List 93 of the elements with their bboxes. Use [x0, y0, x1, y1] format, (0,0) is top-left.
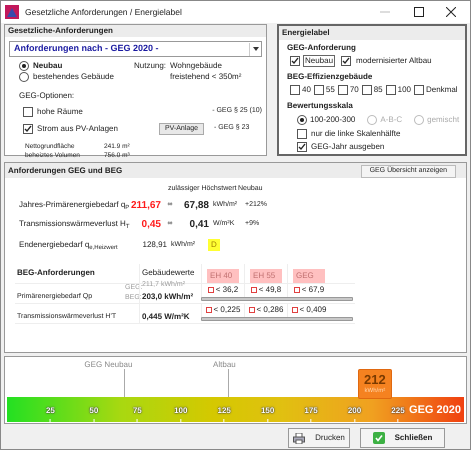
- indicator-value: 212: [364, 372, 386, 387]
- scale-tick-label: 50: [89, 405, 98, 417]
- marker-label: Altbau: [213, 359, 236, 371]
- checkmark-icon: [298, 142, 306, 150]
- building-value: 0,445 W/m²K: [142, 310, 191, 322]
- efficiency-class-header: EH 55: [250, 268, 282, 282]
- beg-heading: BEG-Anforderungen: [16, 267, 96, 279]
- marker-label: GEG Neubau: [84, 359, 132, 371]
- checkmark-icon: [291, 57, 299, 65]
- radio-label: bestehendes Gebäude: [33, 70, 114, 82]
- efficiency-class-header: EH 40: [207, 268, 239, 282]
- radio-button[interactable]: [19, 72, 29, 82]
- scale-tick-label: 100: [174, 405, 188, 417]
- checkbox[interactable]: [386, 85, 396, 95]
- building-value: 203,0 kWh/m²: [142, 290, 194, 302]
- checkbox[interactable]: [297, 128, 307, 138]
- marker-line: [228, 369, 229, 397]
- scale-tick-label: 25: [46, 405, 55, 417]
- column-header: Gebäudewerte: [139, 264, 201, 282]
- option-label: hohe Räume: [37, 106, 84, 118]
- section-heading: GEG-Anforderung: [287, 43, 357, 53]
- row-label: Jahres-Primärenergiebedarf q$_{P}$: [19, 199, 129, 211]
- radio-label: Neubau: [33, 60, 62, 72]
- checkbox-label: 70: [350, 85, 359, 95]
- row-label: Endenergiebedarf q$_{e,Heizwert}$: [19, 239, 119, 251]
- print-button[interactable]: Drucken: [288, 428, 350, 448]
- final-energy-value: 128,91: [142, 239, 167, 251]
- checkbox[interactable]: [290, 56, 300, 66]
- checkbox-label: 85: [374, 85, 383, 95]
- radio-label: A-B-C: [380, 115, 402, 125]
- close-icon[interactable]: [446, 7, 456, 17]
- radio-label: gemischt: [427, 115, 460, 125]
- checkbox-label: 100: [398, 85, 411, 95]
- option-label: Strom aus PV-Anlagen: [37, 122, 119, 134]
- maximize-icon[interactable]: [414, 7, 424, 17]
- checkbox[interactable]: [23, 124, 33, 134]
- scale-tick-label: 125: [218, 405, 231, 417]
- panel-heading: Energielabel: [279, 26, 465, 40]
- usage-label: Nutzung:: [134, 60, 168, 72]
- section-heading: BEG-Effizienzgebäude: [287, 72, 374, 82]
- limit-value: < 67,9: [302, 284, 324, 296]
- window-title: Gesetzliche Anforderungen / Energielabel: [25, 6, 182, 18]
- options-heading: GEG-Optionen:: [19, 90, 76, 102]
- panel-heading: Gesetzliche-Anforderungen: [5, 25, 266, 37]
- checkbox[interactable]: [362, 85, 372, 95]
- limit-value: < 0,409: [300, 304, 326, 316]
- radio-button[interactable]: [297, 115, 307, 125]
- printer-icon: [293, 432, 306, 444]
- radio-label: 100-200-300: [310, 115, 356, 125]
- scale-tick-label: 175: [304, 405, 318, 417]
- checkbox[interactable]: [314, 85, 324, 95]
- usage-value: freistehend < 350m²: [170, 71, 242, 82]
- checkbox-label: nur die linke Skalenhälfte: [311, 128, 400, 138]
- efficiency-class-header: GEG: [293, 268, 325, 282]
- section-heading: Bewertungsskala: [287, 101, 354, 111]
- checkbox[interactable]: [23, 106, 33, 116]
- limit-value: < 36,2: [216, 284, 238, 296]
- checkbox-label: 55: [326, 85, 335, 95]
- limit-value: < 0,286: [256, 304, 284, 316]
- scale-tick-label: 150: [260, 405, 274, 417]
- limit-value: 0,41: [188, 218, 209, 232]
- panel-heading: Anforderungen GEG und BEG: [8, 164, 122, 176]
- scale-tick-label: 225: [391, 405, 405, 417]
- marker-line: [124, 369, 126, 397]
- scale-tick-label: 200: [348, 405, 362, 417]
- checkmark-icon: [372, 432, 385, 444]
- checkmark-icon: [24, 124, 32, 132]
- standard-dropdown[interactable]: Anforderungen nach - GEG 2020 -: [9, 41, 262, 57]
- row-label: Transmissionswärmeverlust H$_{T}$: [19, 218, 129, 230]
- efficiency-class-badge: D: [208, 239, 220, 251]
- checkbox-label: Neubau: [303, 55, 336, 67]
- actual-value: 0,45: [140, 218, 161, 232]
- checkbox-label: 40: [302, 85, 311, 95]
- checkmark-icon: [342, 57, 350, 65]
- checkbox[interactable]: [414, 85, 424, 95]
- actual-value: 211,67: [130, 198, 161, 212]
- limit-value: < 0,225: [214, 304, 240, 316]
- checkbox-label: modernisierter Altbau: [355, 55, 433, 67]
- radio-button[interactable]: [19, 60, 29, 70]
- checkbox[interactable]: [341, 56, 352, 66]
- checkbox-label: GEG-Jahr ausgeben: [311, 142, 384, 152]
- checkbox[interactable]: [290, 85, 300, 95]
- usage-value: Wohngebäude: [170, 60, 223, 71]
- app-icon: [5, 5, 19, 19]
- checkbox[interactable]: [297, 142, 307, 152]
- close-button[interactable]: Schließen: [360, 428, 445, 448]
- checkbox[interactable]: [338, 85, 348, 95]
- checkbox-label: Denkmal: [426, 85, 458, 95]
- scale-tick-label: 75: [132, 405, 142, 417]
- limit-value: < 49,8: [258, 284, 282, 296]
- limit-value: 67,88: [182, 198, 209, 212]
- scale-label: GEG 2020: [409, 403, 461, 418]
- dropdown-arrow-icon: [252, 47, 258, 51]
